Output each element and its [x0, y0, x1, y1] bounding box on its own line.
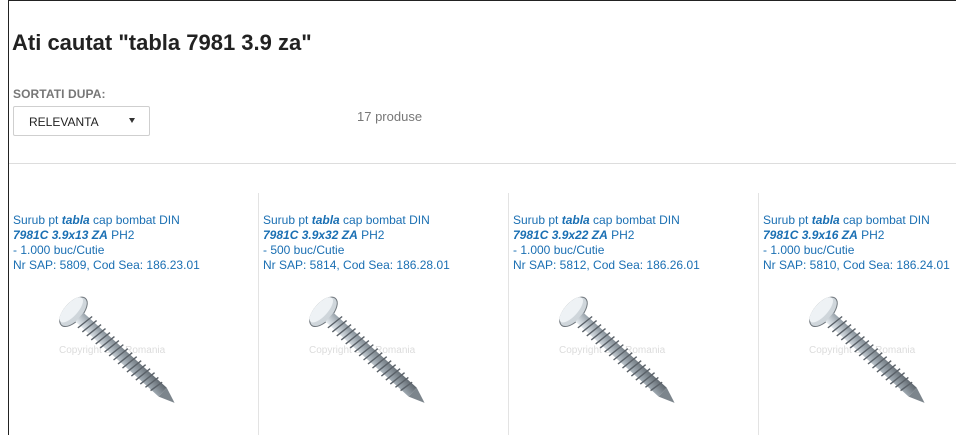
- product-card[interactable]: Surub pt tabla cap bombat DIN 7981C 3.9x…: [759, 193, 956, 435]
- product-title-line-2[interactable]: 7981C 3.9x32 ZA PH2: [263, 228, 508, 243]
- sort-selected-value: RELEVANTA: [29, 115, 99, 129]
- screw-icon: [309, 296, 425, 403]
- product-image[interactable]: Copyright Sea Romania: [787, 285, 956, 435]
- screw-icon: [809, 296, 925, 403]
- sort-label: SORTATI DUPA:: [13, 87, 106, 101]
- product-image[interactable]: Copyright Sea Romania: [537, 285, 717, 435]
- product-title-line-2[interactable]: 7981C 3.9x22 ZA PH2: [513, 228, 758, 243]
- product-package[interactable]: - 1.000 buc/Cutie: [763, 243, 956, 258]
- frame-top-border: [8, 0, 956, 1]
- product-title-line-1[interactable]: Surub pt tabla cap bombat DIN: [263, 213, 508, 228]
- chevron-down-icon: [129, 118, 135, 123]
- divider: [9, 163, 956, 164]
- product-title-line-1[interactable]: Surub pt tabla cap bombat DIN: [513, 213, 758, 228]
- product-package[interactable]: - 500 buc/Cutie: [263, 243, 508, 258]
- search-results-title: Ati cautat "tabla 7981 3.9 za": [12, 30, 312, 55]
- product-title-line-2[interactable]: 7981C 3.9x13 ZA PH2: [13, 228, 258, 243]
- product-image[interactable]: Copyright Sea Romania: [37, 285, 217, 435]
- product-card[interactable]: Surub pt tabla cap bombat DIN 7981C 3.9x…: [509, 193, 759, 435]
- product-title-line-2[interactable]: 7981C 3.9x16 ZA PH2: [763, 228, 956, 243]
- product-title-line-1[interactable]: Surub pt tabla cap bombat DIN: [13, 213, 258, 228]
- sort-select[interactable]: RELEVANTA: [13, 106, 150, 136]
- product-title-line-1[interactable]: Surub pt tabla cap bombat DIN: [763, 213, 956, 228]
- screw-icon: [559, 296, 675, 403]
- product-card[interactable]: Surub pt tabla cap bombat DIN 7981C 3.9x…: [259, 193, 509, 435]
- results-count: 17 produse: [357, 109, 423, 124]
- product-image[interactable]: Copyright Sea Romania: [287, 285, 467, 435]
- product-sap[interactable]: Nr SAP: 5814, Cod Sea: 186.28.01: [263, 258, 508, 273]
- product-sap[interactable]: Nr SAP: 5810, Cod Sea: 186.24.01: [763, 258, 956, 273]
- product-package[interactable]: - 1.000 buc/Cutie: [13, 243, 258, 258]
- screw-icon: [59, 296, 175, 403]
- product-grid: Surub pt tabla cap bombat DIN 7981C 3.9x…: [9, 193, 956, 435]
- product-card[interactable]: Surub pt tabla cap bombat DIN 7981C 3.9x…: [9, 193, 259, 435]
- product-sap[interactable]: Nr SAP: 5809, Cod Sea: 186.23.01: [13, 258, 258, 273]
- product-sap[interactable]: Nr SAP: 5812, Cod Sea: 186.26.01: [513, 258, 758, 273]
- product-package[interactable]: - 1.000 buc/Cutie: [513, 243, 758, 258]
